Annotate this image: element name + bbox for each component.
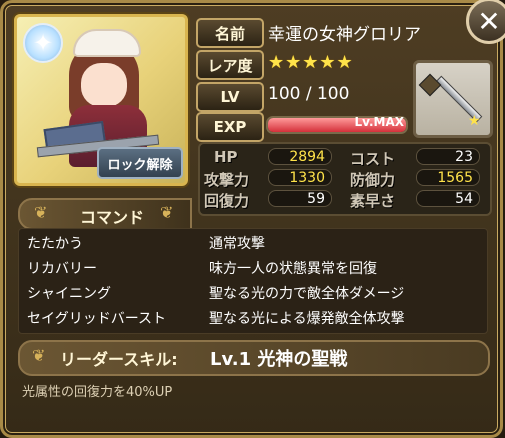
character-hat	[73, 29, 141, 57]
command-desc: 通常攻撃	[209, 236, 265, 252]
stat-value-attack: 1330	[268, 169, 332, 186]
command-name: リカバリー	[27, 261, 97, 277]
command-desc: 味方一人の状態異常を回復	[209, 261, 377, 277]
leader-skill-desc: 光属性の回復力を40%UP	[22, 385, 173, 400]
weapon-star-icon: ★	[468, 113, 481, 129]
stat-value-defense: 1565	[416, 169, 480, 186]
stat-value-speed: 54	[416, 190, 480, 207]
command-name: たたかう	[27, 236, 83, 252]
ornament-icon: ❦	[32, 346, 46, 365]
stat-value-hp: 2894	[268, 148, 332, 165]
stat-label-attack: 攻撃力	[204, 171, 250, 189]
stat-value-cost: 23	[416, 148, 480, 165]
command-name: セイグリッドバースト	[27, 311, 167, 327]
command-name: シャイニング	[27, 286, 111, 302]
weapon-slot[interactable]: ★	[413, 60, 493, 138]
rarity-stars: ★★★★★	[268, 52, 354, 73]
exp-label: EXP	[196, 112, 264, 142]
level-value: 100 / 100	[268, 84, 350, 104]
stat-label-defense: 防御力	[350, 171, 396, 189]
exp-text: Lv.MAX	[354, 115, 404, 129]
unlock-button[interactable]: ロック解除	[97, 147, 183, 179]
stat-label-speed: 素早さ	[350, 192, 396, 210]
command-table: たたかう 通常攻撃 リカバリー 味方一人の状態異常を回復 シャイニング 聖なる光…	[18, 228, 488, 334]
leader-skill-label: リーダースキル:	[60, 350, 178, 369]
sword-hilt-icon	[418, 73, 442, 97]
command-header: ❦ コマンド ❦	[18, 198, 192, 230]
stats-panel: HP 2894 コスト 23 攻撃力 1330 防御力 1565 回復力 59 …	[198, 142, 492, 216]
stat-value-recovery: 59	[268, 190, 332, 207]
leader-skill-name: Lv.1 光神の聖戦	[210, 349, 348, 370]
character-face	[81, 63, 127, 107]
close-icon: ✕	[477, 4, 501, 38]
stat-label-cost: コスト	[350, 150, 396, 168]
card-name: 幸運の女神グロリア	[268, 25, 421, 45]
rarity-label: レア度	[196, 50, 264, 80]
leader-skill-bar: ❦ リーダースキル: Lv.1 光神の聖戦	[18, 340, 490, 376]
command-desc: 聖なる光の力で敵全体ダメージ	[209, 286, 405, 302]
star-badge-icon: ✦	[23, 23, 63, 63]
ornament-icon: ❦	[160, 203, 174, 222]
stat-label-recovery: 回復力	[204, 192, 250, 210]
level-label: LV	[196, 82, 264, 112]
ornament-icon: ❦	[34, 203, 48, 222]
stat-label-hp: HP	[214, 148, 238, 166]
name-label: 名前	[196, 18, 264, 48]
command-title: コマンド	[80, 208, 145, 227]
command-desc: 聖なる光による爆発敵全体攻撃	[209, 311, 405, 327]
